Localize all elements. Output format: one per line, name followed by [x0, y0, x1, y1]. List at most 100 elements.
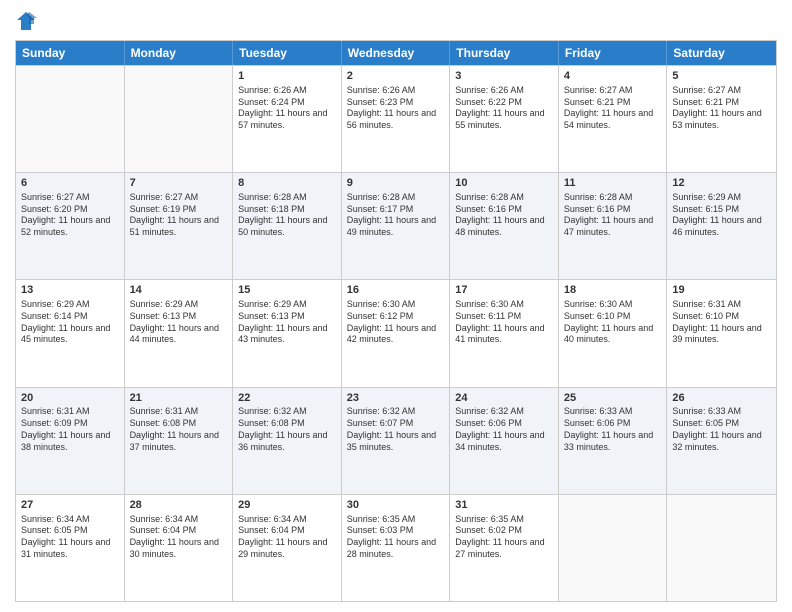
cell-info: Sunrise: 6:35 AM Sunset: 6:03 PM Dayligh…: [347, 514, 445, 561]
cell-info: Sunrise: 6:26 AM Sunset: 6:24 PM Dayligh…: [238, 85, 336, 132]
logo: [15, 10, 41, 32]
cell-info: Sunrise: 6:27 AM Sunset: 6:20 PM Dayligh…: [21, 192, 119, 239]
day-number: 11: [564, 176, 662, 191]
week-row-3: 13Sunrise: 6:29 AM Sunset: 6:14 PM Dayli…: [16, 279, 776, 386]
calendar: SundayMondayTuesdayWednesdayThursdayFrid…: [15, 40, 777, 602]
cell-info: Sunrise: 6:26 AM Sunset: 6:23 PM Dayligh…: [347, 85, 445, 132]
week-row-1: 1Sunrise: 6:26 AM Sunset: 6:24 PM Daylig…: [16, 65, 776, 172]
cell-info: Sunrise: 6:28 AM Sunset: 6:16 PM Dayligh…: [564, 192, 662, 239]
day-number: 22: [238, 391, 336, 406]
day-header-monday: Monday: [125, 41, 234, 65]
day-cell-25: 25Sunrise: 6:33 AM Sunset: 6:06 PM Dayli…: [559, 388, 668, 494]
cell-info: Sunrise: 6:28 AM Sunset: 6:18 PM Dayligh…: [238, 192, 336, 239]
day-header-tuesday: Tuesday: [233, 41, 342, 65]
day-number: 8: [238, 176, 336, 191]
day-cell-1: 1Sunrise: 6:26 AM Sunset: 6:24 PM Daylig…: [233, 66, 342, 172]
day-number: 21: [130, 391, 228, 406]
day-header-friday: Friday: [559, 41, 668, 65]
day-number: 18: [564, 283, 662, 298]
day-cell-22: 22Sunrise: 6:32 AM Sunset: 6:08 PM Dayli…: [233, 388, 342, 494]
day-cell-16: 16Sunrise: 6:30 AM Sunset: 6:12 PM Dayli…: [342, 280, 451, 386]
day-cell-31: 31Sunrise: 6:35 AM Sunset: 6:02 PM Dayli…: [450, 495, 559, 601]
empty-cell: [667, 495, 776, 601]
day-number: 28: [130, 498, 228, 513]
cell-info: Sunrise: 6:31 AM Sunset: 6:08 PM Dayligh…: [130, 406, 228, 453]
day-number: 27: [21, 498, 119, 513]
day-cell-20: 20Sunrise: 6:31 AM Sunset: 6:09 PM Dayli…: [16, 388, 125, 494]
day-number: 30: [347, 498, 445, 513]
day-cell-19: 19Sunrise: 6:31 AM Sunset: 6:10 PM Dayli…: [667, 280, 776, 386]
cell-info: Sunrise: 6:33 AM Sunset: 6:06 PM Dayligh…: [564, 406, 662, 453]
day-headers: SundayMondayTuesdayWednesdayThursdayFrid…: [16, 41, 776, 65]
day-number: 5: [672, 69, 771, 84]
day-cell-15: 15Sunrise: 6:29 AM Sunset: 6:13 PM Dayli…: [233, 280, 342, 386]
cell-info: Sunrise: 6:27 AM Sunset: 6:19 PM Dayligh…: [130, 192, 228, 239]
cell-info: Sunrise: 6:32 AM Sunset: 6:07 PM Dayligh…: [347, 406, 445, 453]
header: [15, 10, 777, 32]
day-cell-24: 24Sunrise: 6:32 AM Sunset: 6:06 PM Dayli…: [450, 388, 559, 494]
day-number: 1: [238, 69, 336, 84]
day-number: 15: [238, 283, 336, 298]
day-number: 26: [672, 391, 771, 406]
day-number: 17: [455, 283, 553, 298]
day-number: 24: [455, 391, 553, 406]
day-cell-7: 7Sunrise: 6:27 AM Sunset: 6:19 PM Daylig…: [125, 173, 234, 279]
cell-info: Sunrise: 6:27 AM Sunset: 6:21 PM Dayligh…: [672, 85, 771, 132]
day-cell-30: 30Sunrise: 6:35 AM Sunset: 6:03 PM Dayli…: [342, 495, 451, 601]
logo-icon: [15, 10, 37, 32]
day-number: 23: [347, 391, 445, 406]
day-cell-12: 12Sunrise: 6:29 AM Sunset: 6:15 PM Dayli…: [667, 173, 776, 279]
day-cell-17: 17Sunrise: 6:30 AM Sunset: 6:11 PM Dayli…: [450, 280, 559, 386]
day-cell-13: 13Sunrise: 6:29 AM Sunset: 6:14 PM Dayli…: [16, 280, 125, 386]
day-number: 19: [672, 283, 771, 298]
day-number: 6: [21, 176, 119, 191]
week-row-4: 20Sunrise: 6:31 AM Sunset: 6:09 PM Dayli…: [16, 387, 776, 494]
day-header-sunday: Sunday: [16, 41, 125, 65]
day-cell-29: 29Sunrise: 6:34 AM Sunset: 6:04 PM Dayli…: [233, 495, 342, 601]
day-number: 3: [455, 69, 553, 84]
day-number: 7: [130, 176, 228, 191]
week-row-5: 27Sunrise: 6:34 AM Sunset: 6:05 PM Dayli…: [16, 494, 776, 601]
day-cell-3: 3Sunrise: 6:26 AM Sunset: 6:22 PM Daylig…: [450, 66, 559, 172]
day-cell-5: 5Sunrise: 6:27 AM Sunset: 6:21 PM Daylig…: [667, 66, 776, 172]
day-cell-14: 14Sunrise: 6:29 AM Sunset: 6:13 PM Dayli…: [125, 280, 234, 386]
day-cell-26: 26Sunrise: 6:33 AM Sunset: 6:05 PM Dayli…: [667, 388, 776, 494]
cell-info: Sunrise: 6:29 AM Sunset: 6:14 PM Dayligh…: [21, 299, 119, 346]
day-cell-27: 27Sunrise: 6:34 AM Sunset: 6:05 PM Dayli…: [16, 495, 125, 601]
cell-info: Sunrise: 6:29 AM Sunset: 6:15 PM Dayligh…: [672, 192, 771, 239]
day-number: 20: [21, 391, 119, 406]
empty-cell: [16, 66, 125, 172]
day-number: 9: [347, 176, 445, 191]
weeks: 1Sunrise: 6:26 AM Sunset: 6:24 PM Daylig…: [16, 65, 776, 601]
cell-info: Sunrise: 6:28 AM Sunset: 6:17 PM Dayligh…: [347, 192, 445, 239]
day-cell-6: 6Sunrise: 6:27 AM Sunset: 6:20 PM Daylig…: [16, 173, 125, 279]
day-number: 13: [21, 283, 119, 298]
day-number: 12: [672, 176, 771, 191]
cell-info: Sunrise: 6:28 AM Sunset: 6:16 PM Dayligh…: [455, 192, 553, 239]
day-header-thursday: Thursday: [450, 41, 559, 65]
cell-info: Sunrise: 6:35 AM Sunset: 6:02 PM Dayligh…: [455, 514, 553, 561]
day-cell-28: 28Sunrise: 6:34 AM Sunset: 6:04 PM Dayli…: [125, 495, 234, 601]
cell-info: Sunrise: 6:34 AM Sunset: 6:05 PM Dayligh…: [21, 514, 119, 561]
empty-cell: [559, 495, 668, 601]
day-header-saturday: Saturday: [667, 41, 776, 65]
cell-info: Sunrise: 6:27 AM Sunset: 6:21 PM Dayligh…: [564, 85, 662, 132]
day-cell-2: 2Sunrise: 6:26 AM Sunset: 6:23 PM Daylig…: [342, 66, 451, 172]
cell-info: Sunrise: 6:34 AM Sunset: 6:04 PM Dayligh…: [130, 514, 228, 561]
empty-cell: [125, 66, 234, 172]
cell-info: Sunrise: 6:31 AM Sunset: 6:09 PM Dayligh…: [21, 406, 119, 453]
day-cell-18: 18Sunrise: 6:30 AM Sunset: 6:10 PM Dayli…: [559, 280, 668, 386]
day-number: 10: [455, 176, 553, 191]
cell-info: Sunrise: 6:32 AM Sunset: 6:08 PM Dayligh…: [238, 406, 336, 453]
cell-info: Sunrise: 6:30 AM Sunset: 6:11 PM Dayligh…: [455, 299, 553, 346]
day-number: 29: [238, 498, 336, 513]
cell-info: Sunrise: 6:29 AM Sunset: 6:13 PM Dayligh…: [238, 299, 336, 346]
cell-info: Sunrise: 6:32 AM Sunset: 6:06 PM Dayligh…: [455, 406, 553, 453]
cell-info: Sunrise: 6:26 AM Sunset: 6:22 PM Dayligh…: [455, 85, 553, 132]
day-number: 4: [564, 69, 662, 84]
cell-info: Sunrise: 6:30 AM Sunset: 6:12 PM Dayligh…: [347, 299, 445, 346]
page: SundayMondayTuesdayWednesdayThursdayFrid…: [0, 0, 792, 612]
cell-info: Sunrise: 6:29 AM Sunset: 6:13 PM Dayligh…: [130, 299, 228, 346]
day-cell-9: 9Sunrise: 6:28 AM Sunset: 6:17 PM Daylig…: [342, 173, 451, 279]
cell-info: Sunrise: 6:34 AM Sunset: 6:04 PM Dayligh…: [238, 514, 336, 561]
